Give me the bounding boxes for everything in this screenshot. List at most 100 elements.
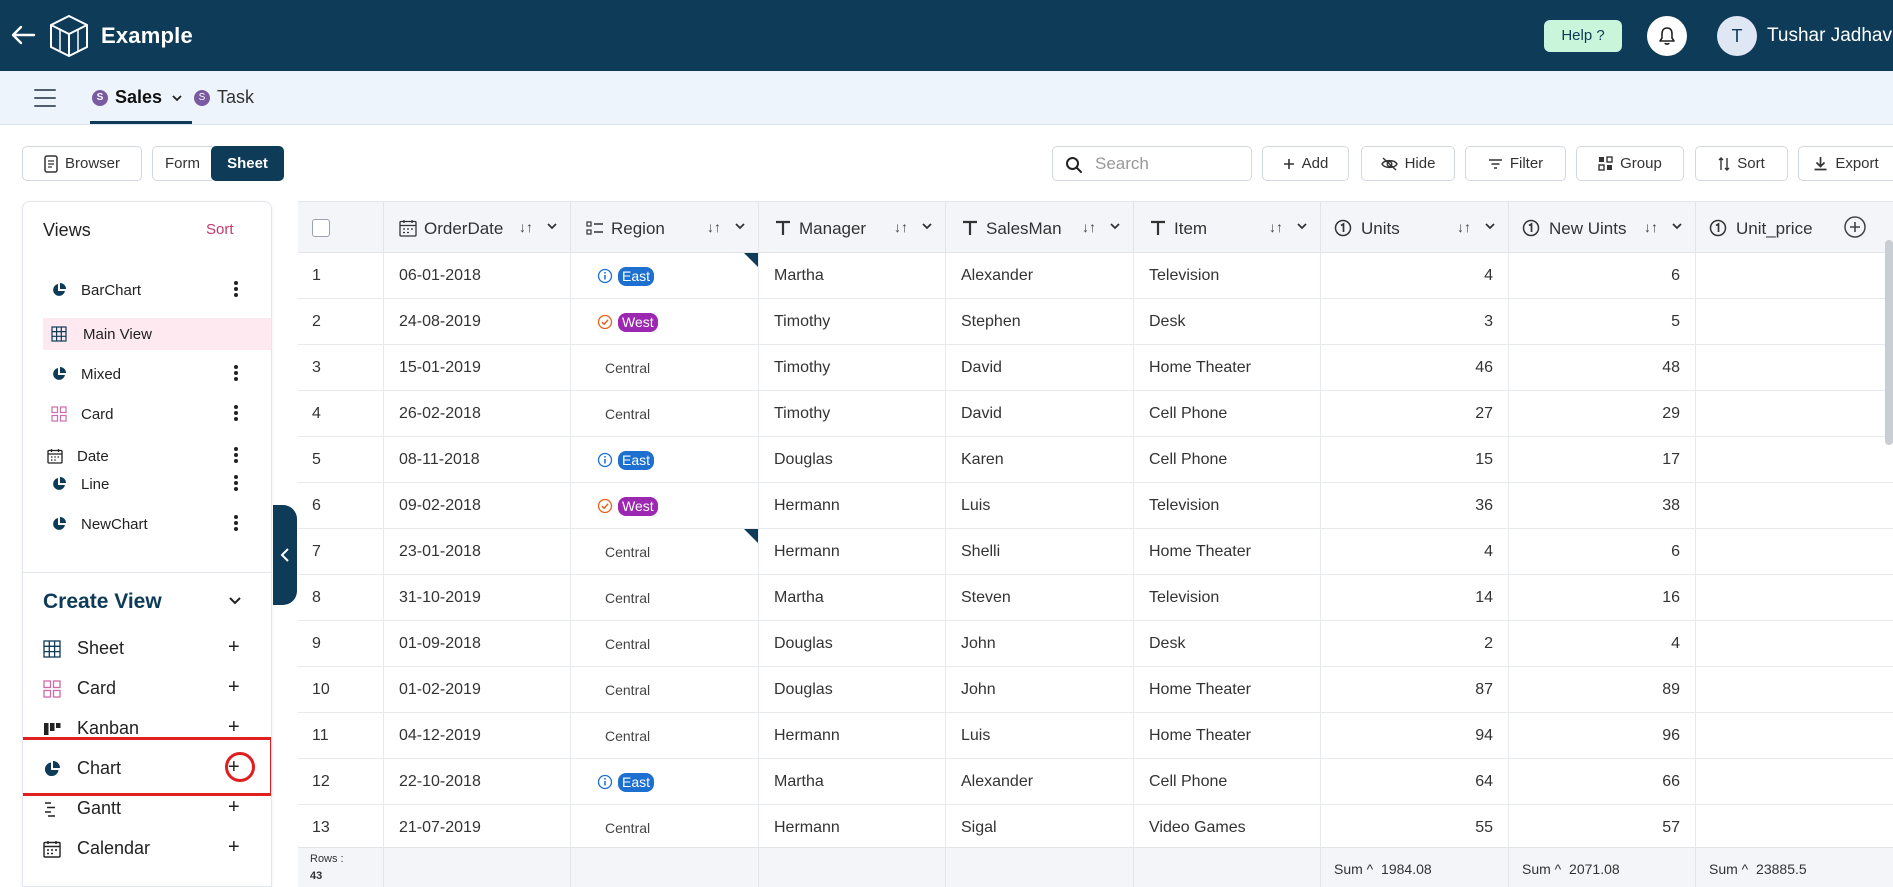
item-cell[interactable]: Television (1134, 483, 1321, 529)
vertical-scrollbar[interactable] (1885, 240, 1893, 445)
add-calendar-view-button[interactable]: + (228, 836, 240, 859)
orderdate-cell[interactable]: 04-12-2019 (384, 713, 571, 759)
more-options-icon[interactable] (233, 475, 239, 493)
hide-button[interactable]: Hide (1361, 146, 1455, 181)
column-header-units[interactable]: Units ↓↑ (1321, 202, 1509, 253)
view-item-card[interactable]: Card (23, 398, 271, 430)
row-number-cell[interactable]: 11 (298, 713, 384, 759)
row-number-cell[interactable]: 3 (298, 345, 384, 391)
manager-cell[interactable]: Martha (759, 575, 946, 621)
new-units-cell[interactable]: 38 (1509, 483, 1696, 529)
region-cell[interactable]: East (571, 253, 759, 299)
more-options-icon[interactable] (233, 405, 239, 423)
item-cell[interactable]: Television (1134, 253, 1321, 299)
units-cell[interactable]: 2 (1321, 621, 1509, 667)
column-header-manager[interactable]: Manager ↓↑ (759, 202, 946, 253)
create-card-view[interactable]: Card + (23, 670, 271, 706)
orderdate-cell[interactable]: 09-02-2018 (384, 483, 571, 529)
add-sheet-view-button[interactable]: + (228, 636, 240, 659)
orderdate-cell[interactable]: 22-10-2018 (384, 759, 571, 805)
table-row[interactable]: 8 31-10-2019 Central Martha Steven Television… (298, 575, 1893, 621)
orderdate-cell[interactable]: 01-02-2019 (384, 667, 571, 713)
add-card-view-button[interactable]: + (228, 676, 240, 699)
sort-icon[interactable]: ↓↑ (1644, 219, 1658, 235)
search-input[interactable] (1095, 153, 1245, 175)
add-column-icon[interactable] (1843, 215, 1867, 239)
manager-cell[interactable]: Timothy (759, 299, 946, 345)
unit-price-cell[interactable] (1696, 437, 1893, 483)
more-options-icon[interactable] (233, 447, 239, 465)
region-cell[interactable]: West (571, 299, 759, 345)
orderdate-cell[interactable]: 24-08-2019 (384, 299, 571, 345)
more-options-icon[interactable] (233, 515, 239, 533)
item-cell[interactable]: Cell Phone (1134, 437, 1321, 483)
item-cell[interactable]: Home Theater (1134, 529, 1321, 575)
row-number-cell[interactable]: 6 (298, 483, 384, 529)
salesman-cell[interactable]: Alexander (946, 253, 1134, 299)
column-header-new-units[interactable]: New Uints ↓↑ (1509, 202, 1696, 253)
table-row[interactable]: 9 01-09-2018 Central Douglas John Desk 2 4 (298, 621, 1893, 667)
manager-cell[interactable]: Douglas (759, 667, 946, 713)
sheet-view-button[interactable]: Sheet (211, 146, 284, 181)
unit-price-cell[interactable] (1696, 483, 1893, 529)
unit-price-cell[interactable] (1696, 621, 1893, 667)
units-cell[interactable]: 14 (1321, 575, 1509, 621)
region-cell[interactable]: Central (571, 713, 759, 759)
new-units-cell[interactable]: 6 (1509, 253, 1696, 299)
unit-price-cell[interactable] (1696, 575, 1893, 621)
views-list-more[interactable]: Line NewChart (23, 474, 271, 572)
avatar[interactable]: T (1717, 16, 1757, 56)
orderdate-cell[interactable]: 15-01-2019 (384, 345, 571, 391)
salesman-cell[interactable]: Sigal (946, 805, 1134, 851)
orderdate-cell[interactable]: 31-10-2019 (384, 575, 571, 621)
salesman-cell[interactable]: Shelli (946, 529, 1134, 575)
back-arrow-icon[interactable] (10, 20, 36, 50)
sort-icon[interactable]: ↓↑ (519, 219, 533, 235)
units-cell[interactable]: 4 (1321, 253, 1509, 299)
row-number-cell[interactable]: 10 (298, 667, 384, 713)
view-item-barchart[interactable]: BarChart (23, 274, 271, 306)
region-cell[interactable]: Central (571, 529, 759, 575)
views-sort-link[interactable]: Sort (206, 221, 234, 238)
table-row[interactable]: 4 26-02-2018 Central Timothy David Cell Phone… (298, 391, 1893, 437)
table-row[interactable]: 11 04-12-2019 Central Hermann Luis Home Theat… (298, 713, 1893, 759)
region-cell[interactable]: Central (571, 391, 759, 437)
filter-button[interactable]: Filter (1465, 146, 1566, 181)
item-cell[interactable]: Home Theater (1134, 713, 1321, 759)
units-cell[interactable]: 46 (1321, 345, 1509, 391)
manager-cell[interactable]: Timothy (759, 345, 946, 391)
export-button[interactable]: Export (1798, 146, 1893, 181)
unit-price-cell[interactable] (1696, 529, 1893, 575)
chevron-down-icon[interactable] (1484, 220, 1496, 232)
search-box[interactable] (1052, 146, 1252, 181)
orderdate-cell[interactable]: 06-01-2018 (384, 253, 571, 299)
item-cell[interactable]: Video Games (1134, 805, 1321, 851)
manager-cell[interactable]: Hermann (759, 805, 946, 851)
tab-task[interactable]: S Task (194, 71, 254, 124)
new-units-cell[interactable]: 16 (1509, 575, 1696, 621)
new-units-cell[interactable]: 29 (1509, 391, 1696, 437)
item-cell[interactable]: Television (1134, 575, 1321, 621)
units-cell[interactable]: 3 (1321, 299, 1509, 345)
new-units-cell[interactable]: 4 (1509, 621, 1696, 667)
units-cell[interactable]: 15 (1321, 437, 1509, 483)
orderdate-cell[interactable]: 08-11-2018 (384, 437, 571, 483)
more-options-icon[interactable] (233, 365, 239, 383)
chevron-down-icon[interactable] (1296, 220, 1308, 232)
new-units-cell[interactable]: 57 (1509, 805, 1696, 851)
add-kanban-view-button[interactable]: + (228, 716, 240, 739)
chevron-down-icon[interactable] (734, 220, 746, 232)
group-button[interactable]: Group (1576, 146, 1684, 181)
add-button[interactable]: Add (1262, 146, 1349, 181)
chevron-down-icon[interactable] (921, 220, 933, 232)
units-cell[interactable]: 27 (1321, 391, 1509, 437)
row-number-cell[interactable]: 12 (298, 759, 384, 805)
chevron-down-icon[interactable] (1109, 220, 1121, 232)
item-cell[interactable]: Desk (1134, 621, 1321, 667)
sort-icon[interactable]: ↓↑ (894, 219, 908, 235)
orderdate-cell[interactable]: 01-09-2018 (384, 621, 571, 667)
comment-indicator[interactable] (744, 529, 758, 543)
salesman-cell[interactable]: Stephen (946, 299, 1134, 345)
orderdate-cell[interactable]: 23-01-2018 (384, 529, 571, 575)
sort-button[interactable]: Sort (1695, 146, 1788, 181)
